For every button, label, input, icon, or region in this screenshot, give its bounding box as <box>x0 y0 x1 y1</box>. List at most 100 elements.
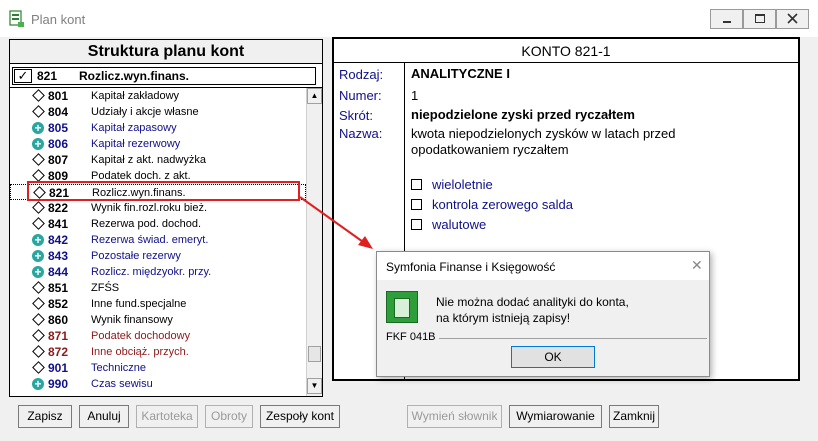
expand-plus-icon[interactable]: + <box>32 250 44 262</box>
account-row-851[interactable]: 851 ZFŚS <box>10 280 306 296</box>
account-name: Wynik fin.rozl.roku bież. <box>91 202 208 214</box>
dialog-close-icon[interactable]: ✕ <box>691 257 703 274</box>
account-name: Rozlicz. międzyokr. przy. <box>91 266 212 278</box>
account-row-806[interactable]: +806 Kapitał rezerwowy <box>10 136 306 152</box>
current-account-row[interactable]: ✓ 821 Rozlicz.wyn.finans. <box>12 67 316 85</box>
dialog-title-bar: Symfonia Finanse i Księgowość ✕ <box>377 252 709 280</box>
account-number: 822 <box>48 201 69 215</box>
account-name: Rezerwa świad. emeryt. <box>91 234 209 246</box>
account-row-804[interactable]: 804 Udziały i akcje własne <box>10 104 306 120</box>
cancel-button[interactable]: Anuluj <box>79 405 129 428</box>
wymien-slownik-button[interactable]: Wymień słownik <box>407 405 502 428</box>
account-name: Pozostałe rezerwy <box>91 250 181 262</box>
dialog-separator <box>439 338 707 339</box>
account-name: Wynik finansowy <box>91 314 173 326</box>
scroll-up-icon[interactable]: ▲ <box>307 88 322 104</box>
close-button[interactable] <box>776 9 809 29</box>
account-number: 852 <box>48 297 69 311</box>
dialog-message-line2: na którym istnieją zapisy! <box>436 311 571 325</box>
leaf-diamond-icon <box>32 281 45 294</box>
account-number: 843 <box>48 249 69 263</box>
wymiarowanie-button[interactable]: Wymiarowanie <box>509 405 602 428</box>
vertical-scrollbar[interactable]: ▲ ▼ <box>306 88 322 396</box>
checkmark-icon: ✓ <box>14 69 32 83</box>
account-row-801[interactable]: 801 Kapitał zakładowy <box>10 88 306 104</box>
maximize-button[interactable] <box>743 9 776 29</box>
account-header: KONTO 821-1 <box>334 39 798 63</box>
account-name: Rezerwa pod. dochod. <box>91 218 202 230</box>
account-number: 844 <box>48 265 69 279</box>
dialog-title: Symfonia Finanse i Księgowość <box>386 260 556 274</box>
account-name: Kapitał z akt. nadwyżka <box>91 154 206 166</box>
account-number: 842 <box>48 233 69 247</box>
expand-plus-icon[interactable]: + <box>32 266 44 278</box>
wieloletnie-label: wieloletnie <box>432 177 493 192</box>
obroty-button[interactable]: Obroty <box>205 405 253 428</box>
account-row-990[interactable]: +990 Czas sewisu <box>10 376 306 392</box>
account-row-872[interactable]: 872 Inne obciąż. przych. <box>10 344 306 360</box>
leaf-diamond-icon <box>32 361 45 374</box>
save-button[interactable]: Zapisz <box>18 405 72 428</box>
leaf-diamond-icon <box>32 345 45 358</box>
expand-plus-icon[interactable]: + <box>32 122 44 134</box>
account-name: Czas sewisu <box>91 378 153 390</box>
account-row-860[interactable]: 860 Wynik finansowy <box>10 312 306 328</box>
wieloletnie-checkbox[interactable] <box>411 179 422 190</box>
account-name: ZFŚS <box>91 282 120 294</box>
ok-button[interactable]: OK <box>511 346 595 368</box>
zespoly-kont-button[interactable]: Zespoły kont <box>260 405 340 428</box>
leaf-diamond-icon <box>32 201 45 214</box>
account-row-807[interactable]: 807 Kapitał z akt. nadwyżka <box>10 152 306 168</box>
leaf-diamond-icon <box>32 153 45 166</box>
account-row-844[interactable]: +844 Rozlicz. międzyokr. przy. <box>10 264 306 280</box>
walutowe-checkbox[interactable] <box>411 219 422 230</box>
scroll-down-icon[interactable]: ▼ <box>307 378 322 394</box>
numer-label: Numer: <box>339 88 382 103</box>
account-number: 841 <box>48 217 69 231</box>
close-window-button[interactable]: Zamknij <box>609 405 659 428</box>
account-row-852[interactable]: 852 Inne fund.specjalne <box>10 296 306 312</box>
annotation-highlight-box <box>27 181 300 201</box>
account-row-841[interactable]: 841 Rezerwa pod. dochod. <box>10 216 306 232</box>
calculator-icon <box>386 291 418 323</box>
account-name: Techniczne <box>91 362 147 374</box>
expand-plus-icon[interactable]: + <box>32 138 44 150</box>
kartoteka-button[interactable]: Kartoteka <box>136 405 198 428</box>
kontrola-label: kontrola zerowego salda <box>432 197 573 212</box>
account-number: 901 <box>48 361 69 375</box>
minimize-button[interactable] <box>710 9 743 29</box>
expand-plus-icon[interactable]: + <box>32 234 44 246</box>
account-number: 804 <box>48 105 69 119</box>
account-row-901[interactable]: 901 Techniczne <box>10 360 306 376</box>
scroll-thumb[interactable] <box>308 346 321 362</box>
expand-plus-icon[interactable]: + <box>32 378 44 390</box>
error-dialog: Symfonia Finanse i Księgowość ✕ Nie możn… <box>376 251 710 377</box>
account-name: Inne fund.specjalne <box>91 298 187 310</box>
account-row-843[interactable]: +843 Pozostałe rezerwy <box>10 248 306 264</box>
account-number: 805 <box>48 121 69 135</box>
leaf-diamond-icon <box>32 217 45 230</box>
nazwa-value-line2: opodatkowaniem ryczałtem <box>411 142 569 157</box>
account-row-871[interactable]: 871 Podatek dochodowy <box>10 328 306 344</box>
current-account-name: Rozlicz.wyn.finans. <box>79 69 190 83</box>
numer-value: 1 <box>411 88 419 103</box>
title-bar: Plan kont <box>0 0 818 37</box>
account-name: Podatek dochodowy <box>91 330 191 342</box>
window-title: Plan kont <box>31 12 86 27</box>
account-number: 872 <box>48 345 69 359</box>
account-row-842[interactable]: +842 Rezerwa świad. emeryt. <box>10 232 306 248</box>
account-number: 807 <box>48 153 69 167</box>
app-icon <box>9 10 24 27</box>
account-row-822[interactable]: 822 Wynik fin.rozl.roku bież. <box>10 200 306 216</box>
account-name: Inne obciąż. przych. <box>91 346 189 358</box>
account-number: 801 <box>48 89 69 103</box>
account-number: 851 <box>48 281 69 295</box>
kontrola-checkbox[interactable] <box>411 199 422 210</box>
account-tree-panel: Struktura planu kont ✓ 821 Rozlicz.wyn.f… <box>9 39 323 397</box>
account-list: 801 Kapitał zakładowy 804 Udziały i akcje w… <box>10 88 306 396</box>
minimize-icon <box>723 21 731 23</box>
tree-header: Struktura planu kont <box>10 40 322 64</box>
account-row-805[interactable]: +805 Kapitał zapasowy <box>10 120 306 136</box>
account-name: Udziały i akcje własne <box>91 106 199 118</box>
account-name: Kapitał zakładowy <box>91 90 180 102</box>
